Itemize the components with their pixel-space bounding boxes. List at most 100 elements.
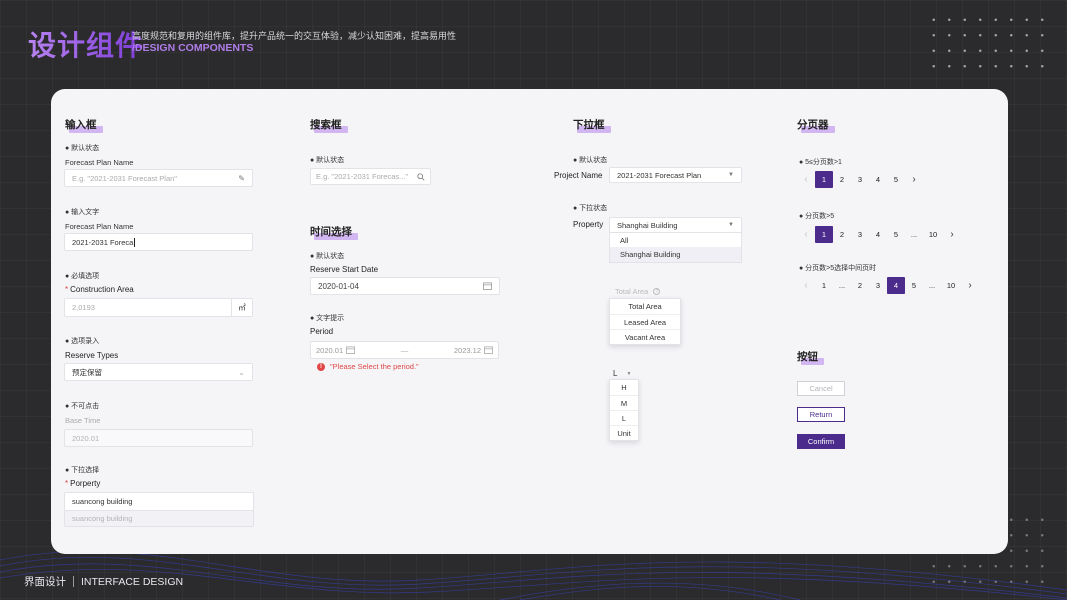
base-time-input-disabled: 2020.01 [64,429,253,447]
calendar-icon [484,346,493,354]
field-label: * Construction Area [65,285,134,294]
calendar-icon[interactable] [483,282,492,290]
prev-page-button[interactable]: ‹ [797,226,815,243]
property-select[interactable]: Shanghai Building ▼ [609,217,742,233]
reserve-types-select[interactable]: 预定保留 ⌄ [64,363,253,381]
page-button[interactable]: 10 [941,277,961,294]
project-name-select[interactable]: 2021-2031 Forecast Plan ▼ [609,167,742,183]
page-button[interactable]: 1 [815,226,833,243]
porperty-option[interactable]: suancong building [64,510,254,527]
pagination-row-2: ‹ 1 2 3 4 5 ... 10 › [797,226,961,243]
bullet-dropdown: ● 下拉选择 [65,467,100,474]
page-button[interactable]: 3 [869,277,887,294]
page-button[interactable]: 1 [815,171,833,188]
bullet-default: ● 默认状态 [310,253,345,260]
bullet-default: ● 默认状态 [310,157,345,164]
field-label: Base Time [65,416,101,425]
field-label: * Porperty [65,479,101,488]
field-label: Reserve Start Date [310,265,379,274]
dropdown-option[interactable]: All [610,233,741,247]
chevron-down-icon: ⌄ [238,367,245,377]
return-button[interactable]: Return [797,407,845,422]
section-title-buttons: 按钮 [797,351,824,365]
page-button[interactable]: 2 [833,226,851,243]
page-button[interactable]: 2 [851,277,869,294]
page-ellipsis: ... [910,230,918,239]
dropdown-option[interactable]: L [610,410,638,425]
dropdown-option[interactable]: Leased Area [610,314,680,329]
dropdown-option[interactable]: Total Area [610,299,680,314]
prev-page-button[interactable]: ‹ [797,277,815,294]
page-button[interactable]: 10 [923,226,943,243]
dropdown-option[interactable]: Shanghai Building [610,247,741,262]
error-icon: ! [317,362,325,371]
calendar-icon [346,346,356,354]
bullet-default: ● 默认状态 [65,145,100,152]
pagination-row-3: ‹ 1 ... 2 3 4 5 ... 10 › [797,277,979,294]
section-title-pagination: 分页器 [797,119,834,133]
section-title-dropdown: 下拉框 [573,119,610,133]
porperty-input[interactable]: suancong building [64,492,254,511]
dropdown-option[interactable]: Unit [610,425,638,440]
field-label: Period [310,327,334,336]
page-button[interactable]: 5 [905,277,923,294]
next-page-button[interactable]: › [905,171,923,188]
help-icon: ? [653,288,661,295]
property-dropdown-menu: All Shanghai Building [609,232,742,263]
page-title: 设计组件 [28,24,144,64]
page-button[interactable]: 3 [851,226,869,243]
caret-down-icon: ▼ [626,370,632,377]
bullet-default: ● 默认状态 [573,157,608,164]
level-select[interactable]: L ▼ [613,369,631,378]
period-range-input[interactable]: 2020.01 — 2023.12 [310,341,499,359]
page-button[interactable]: 2 [833,171,851,188]
search-icon[interactable] [417,172,425,181]
bullet-pager-1: ● 5≤分页数>1 [799,159,842,166]
bullet-required: ● 必填选项 [65,273,100,280]
page-button[interactable]: 1 [815,277,833,294]
dropdown-option[interactable]: H [610,380,638,395]
search-input[interactable]: E.g. "2021-2031 Forecas..." [310,168,431,185]
bullet-hint: ● 文字提示 [310,315,345,322]
prev-page-button[interactable]: ‹ [797,171,815,188]
footer-label: 界面设计 INTERFACE DESIGN [24,576,184,588]
construction-area-input[interactable]: 2,0193 [64,298,232,317]
page-button[interactable]: 4 [887,277,905,294]
area-dropdown-menu: Total Area Leased Area Vacant Area [609,298,681,345]
dot-grid-decoration [926,12,1056,80]
dropdown-option[interactable]: M [610,395,638,410]
page-description: 高度规范和复用的组件库，提升产品统一的交互体验，减少认知困难，提高易用性 [132,31,457,41]
field-label: Forecast Plan Name [65,158,134,167]
dropdown-option[interactable]: Vacant Area [610,329,680,344]
bullet-optional: ● 选项录入 [65,338,100,345]
field-label: Project Name [554,171,603,180]
page-button[interactable]: 3 [851,171,869,188]
text-caret [134,237,136,247]
reserve-start-date-input[interactable]: 2020-01-04 [310,277,500,295]
pencil-icon[interactable]: ✎ [238,174,245,183]
page-button[interactable]: 5 [887,171,905,188]
page-subtitle: /DESIGN COMPONENTS [132,42,254,54]
unit-addon: ㎡ [231,298,253,317]
caret-down-icon: ▼ [728,172,734,178]
bullet-pager-2: ● 分页数>5 [799,213,835,220]
components-panel: 输入框 ● 默认状态 Forecast Plan Name E.g. "2021… [51,89,1008,554]
caret-down-icon: ▼ [728,222,734,228]
bullet-open: ● 下拉状态 [573,205,608,212]
next-page-button[interactable]: › [961,277,979,294]
section-title-search: 搜索框 [310,119,347,133]
field-label: Property [573,220,604,229]
next-page-button[interactable]: › [943,226,961,243]
page-button[interactable]: 4 [869,171,887,188]
forecast-plan-input[interactable]: E.g. "2021-2031 Forecast Plan" ✎ [64,169,253,187]
cancel-button[interactable]: Cancel [797,381,845,396]
page-ellipsis: ... [838,281,846,290]
confirm-button[interactable]: Confirm [797,434,845,449]
page-button[interactable]: 5 [887,226,905,243]
field-label: Reserve Types [65,351,119,360]
forecast-plan-input-filled[interactable]: 2021-2031 Foreca [64,233,253,251]
page-button[interactable]: 4 [869,226,887,243]
bullet-pager-3: ● 分页数>5选择中间页时 [799,265,877,272]
total-area-trigger[interactable]: Total Area ? [615,287,661,296]
bullet-text: ● 输入文字 [65,209,100,216]
